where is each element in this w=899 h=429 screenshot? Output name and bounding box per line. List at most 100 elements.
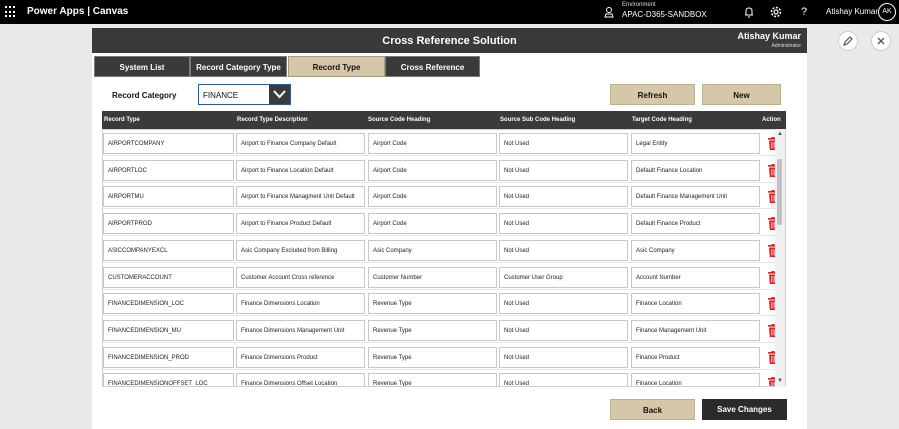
help-icon[interactable]: ?: [797, 5, 811, 19]
column-header: Action: [762, 117, 781, 123]
avatar[interactable]: AK: [878, 3, 896, 21]
table-cell-input[interactable]: Finance Product: [631, 346, 760, 368]
gear-icon[interactable]: [769, 5, 783, 19]
table-cell-input[interactable]: Airport to Finance Company Default: [236, 133, 365, 154]
table-cell-input[interactable]: ASICCOMPANYEXCL: [103, 239, 234, 261]
environment-icon[interactable]: [603, 6, 615, 18]
back-button[interactable]: Back: [610, 399, 695, 420]
table-cell-input[interactable]: Not Used: [499, 186, 628, 208]
table-cell-input[interactable]: FINANCEDIMENSION_LOC: [103, 293, 234, 315]
table-cell-input[interactable]: Not Used: [499, 239, 628, 261]
table-cell-input[interactable]: Not Used: [499, 133, 628, 154]
header-user-name: Atishay Kumar: [737, 31, 801, 41]
topbar-user-name: Atishay Kumar: [826, 7, 879, 16]
edit-button[interactable]: [838, 31, 858, 51]
close-icon: [877, 37, 885, 45]
table-cell-input[interactable]: Revenue Type: [368, 346, 497, 368]
environment-label: Environment: [622, 2, 656, 8]
table-header: Record Type Record Type Description Sour…: [102, 111, 786, 129]
table-cell-input[interactable]: Account Number: [631, 266, 760, 288]
table-cell-input[interactable]: Not Used: [499, 346, 628, 368]
table-row: CUSTOMERACCOUNT Customer Account Cross re…: [103, 264, 785, 290]
table-row: AIRPORTCOMPANY Airport to Finance Company…: [103, 130, 785, 156]
new-button[interactable]: New: [702, 84, 781, 105]
table-cell-input[interactable]: Revenue Type: [368, 293, 497, 315]
table-scrollbar[interactable]: ▲ ▼: [775, 129, 785, 387]
table-cell-input[interactable]: AIRPORTLOC: [103, 159, 234, 181]
tab-record-type[interactable]: Record Type: [288, 56, 385, 77]
table-cell-input[interactable]: Asic Company: [368, 239, 497, 261]
table-cell-input[interactable]: Finance Dimensions Product: [236, 346, 365, 368]
table-cell-input[interactable]: FINANCEDIMENSION_PROD: [103, 346, 234, 368]
bell-icon[interactable]: [742, 5, 756, 19]
dropdown-button[interactable]: [269, 85, 290, 104]
table-cell-input[interactable]: Not Used: [499, 159, 628, 181]
scroll-down-arrow[interactable]: ▼: [776, 377, 784, 385]
table-cell-input[interactable]: Airport to Finance Managment Unit Defaul…: [236, 186, 365, 208]
table-row: FINANCEDIMENSION_LOC Finance Dimensions L…: [103, 290, 785, 317]
table-cell-input[interactable]: Customer Number: [368, 266, 497, 288]
table-cell-input[interactable]: Default Finance Location: [631, 159, 760, 181]
table-cell-input[interactable]: Airport Code: [368, 133, 497, 154]
waffle-icon[interactable]: [5, 6, 17, 18]
app-title: Power Apps | Canvas: [27, 6, 129, 17]
tab-system-list[interactable]: System List: [94, 56, 190, 77]
record-category-dropdown[interactable]: FINANCE: [198, 84, 291, 105]
column-header: Source Code Heading: [368, 117, 431, 123]
app-header: Cross Reference Solution Atishay Kumar A…: [92, 28, 807, 53]
table-cell-input[interactable]: Customer Account Cross reference: [236, 266, 365, 288]
close-button[interactable]: [871, 31, 891, 51]
scroll-thumb[interactable]: [777, 159, 782, 225]
tab-record-category-type[interactable]: Record Category Type: [190, 56, 287, 77]
table-cell-input[interactable]: Airport Code: [368, 186, 497, 208]
table-cell-input[interactable]: Airport to Finance Product Default: [236, 213, 365, 235]
table-cell-input[interactable]: Finance Management Unit: [631, 319, 760, 341]
record-category-value: FINANCE: [203, 91, 239, 100]
table-cell-input[interactable]: Airport Code: [368, 213, 497, 235]
page-title: Cross Reference Solution: [382, 35, 517, 47]
refresh-button[interactable]: Refresh: [610, 84, 695, 105]
table-cell-input[interactable]: Finance Location: [631, 373, 760, 386]
app-canvas: Cross Reference Solution Atishay Kumar A…: [92, 28, 807, 429]
record-category-label: Record Category: [112, 91, 177, 100]
header-user-role: Administrator: [771, 43, 801, 49]
table-cell-input[interactable]: Legal Entity: [631, 133, 760, 154]
table-cell-input[interactable]: Not Used: [499, 373, 628, 386]
table-cell-input[interactable]: Customer User Group: [499, 266, 628, 288]
table-cell-input[interactable]: FINANCEDIMENSION_MU: [103, 319, 234, 341]
table-row: ASICCOMPANYEXCL Asic Company Excluded fro…: [103, 237, 785, 263]
table-row: AIRPORTMU Airport to Finance Managment Un…: [103, 183, 785, 210]
table-cell-input[interactable]: AIRPORTMU: [103, 186, 234, 208]
table-cell-input[interactable]: Revenue Type: [368, 319, 497, 341]
table-cell-input[interactable]: Finance Dimensions Management Unit: [236, 319, 365, 341]
table-cell-input[interactable]: Default Finance Product: [631, 213, 760, 235]
table-cell-input[interactable]: Not Used: [499, 213, 628, 235]
save-changes-button[interactable]: Save Changes: [702, 399, 787, 420]
column-header: Record Type: [104, 117, 140, 123]
table-cell-input[interactable]: Not Used: [499, 293, 628, 315]
dropdown-chevron-icon: [273, 90, 286, 99]
table-cell-input[interactable]: AIRPORTCOMPANY: [103, 133, 234, 154]
table-cell-input[interactable]: Airport to Finance Location Default: [236, 159, 365, 181]
column-header: Target Code Heading: [632, 117, 692, 123]
scroll-up-arrow[interactable]: ▲: [776, 130, 784, 138]
table-cell-input[interactable]: CUSTOMERACCOUNT: [103, 266, 234, 288]
power-apps-topbar: Power Apps | Canvas Environment APAC-D36…: [0, 0, 899, 24]
table-row: FINANCEDIMENSIONOFFSET_LOC Finance Dimens…: [103, 370, 785, 386]
tab-cross-reference[interactable]: Cross Reference: [385, 56, 480, 77]
table-cell-input[interactable]: FINANCEDIMENSIONOFFSET_LOC: [103, 373, 234, 386]
table-row: FINANCEDIMENSION_PROD Finance Dimensions …: [103, 344, 785, 370]
table-row: FINANCEDIMENSION_MU Finance Dimensions Ma…: [103, 317, 785, 343]
table-cell-input[interactable]: Finance Dimensions Offset Location: [236, 373, 365, 386]
environment-name[interactable]: APAC-D365-SANDBOX: [622, 10, 707, 19]
table-cell-input[interactable]: Not Used: [499, 319, 628, 341]
edit-pencil-icon: [843, 36, 853, 46]
table-cell-input[interactable]: Asic Company Excluded from Billing: [236, 239, 365, 261]
table-cell-input[interactable]: Revenue Type: [368, 373, 497, 386]
table-cell-input[interactable]: Airport Code: [368, 159, 497, 181]
table-cell-input[interactable]: AIRPORTPROD: [103, 213, 234, 235]
table-cell-input[interactable]: Finance Location: [631, 293, 760, 315]
table-cell-input[interactable]: Default Finance Management Unit: [631, 186, 760, 208]
table-cell-input[interactable]: Finance Dimensions Location: [236, 293, 365, 315]
table-cell-input[interactable]: Asic Company: [631, 239, 760, 261]
